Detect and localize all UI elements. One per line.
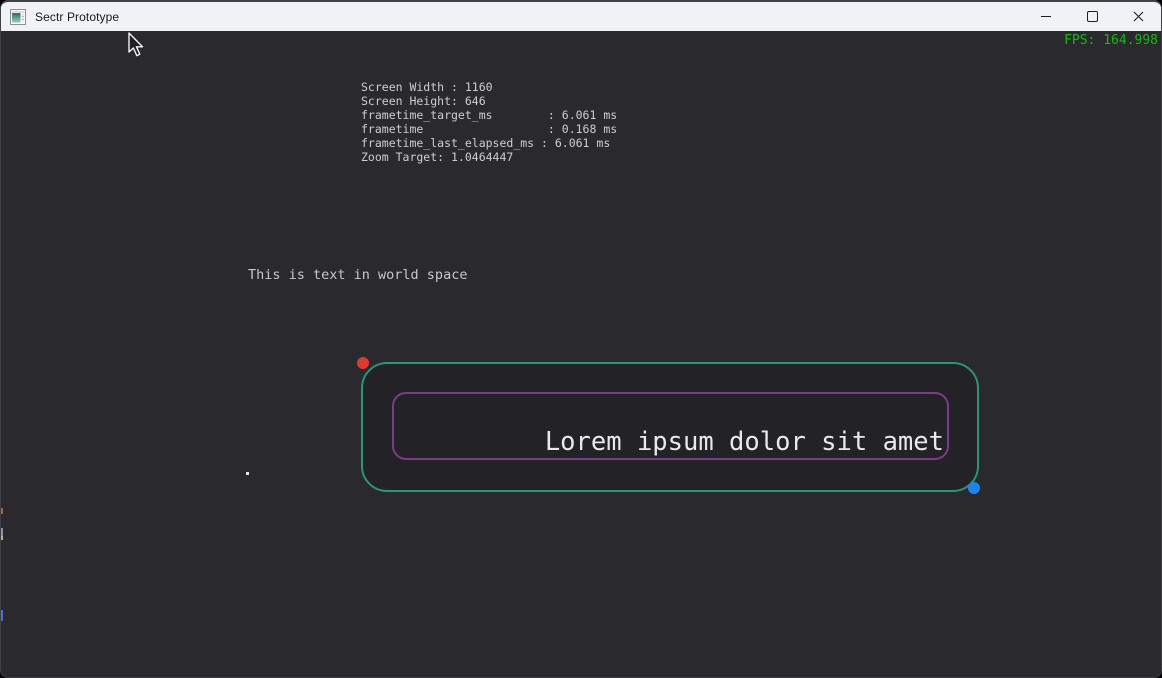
debug-stats-text: Screen Width : 1160 Screen Height: 646 f… (361, 80, 617, 164)
close-button[interactable] (1115, 2, 1161, 31)
minimize-icon (1041, 16, 1051, 17)
arrow-cursor-icon (127, 32, 147, 60)
world-object-outer-box[interactable]: Lorem ipsum dolor sit amet (361, 362, 979, 492)
world-object-inner-box[interactable]: Lorem ipsum dolor sit amet (392, 392, 949, 460)
app-window: Sectr Prototype FPS: 164.998 Screen Widt… (0, 0, 1162, 678)
origin-marker (246, 472, 249, 475)
edge-artifact-orange (1, 508, 3, 514)
drag-handle-bottom-right[interactable] (968, 482, 980, 494)
window-title: Sectr Prototype (35, 10, 119, 24)
edge-artifact-yellow (1, 536, 3, 540)
canvas[interactable]: FPS: 164.998 Screen Width : 1160 Screen … (1, 31, 1161, 677)
maximize-button[interactable] (1069, 2, 1115, 31)
world-space-text: This is text in world space (248, 267, 467, 283)
titlebar[interactable]: Sectr Prototype (1, 2, 1161, 31)
edge-artifact-blue (1, 610, 3, 621)
maximize-icon (1087, 11, 1098, 22)
drag-handle-top-left[interactable] (357, 357, 369, 369)
app-window-icon (10, 9, 26, 25)
close-icon (1133, 11, 1144, 22)
lorem-ipsum-text: Lorem ipsum dolor sit amet (545, 428, 944, 456)
fps-counter: FPS: 164.998 (1064, 33, 1158, 48)
minimize-button[interactable] (1023, 2, 1069, 31)
